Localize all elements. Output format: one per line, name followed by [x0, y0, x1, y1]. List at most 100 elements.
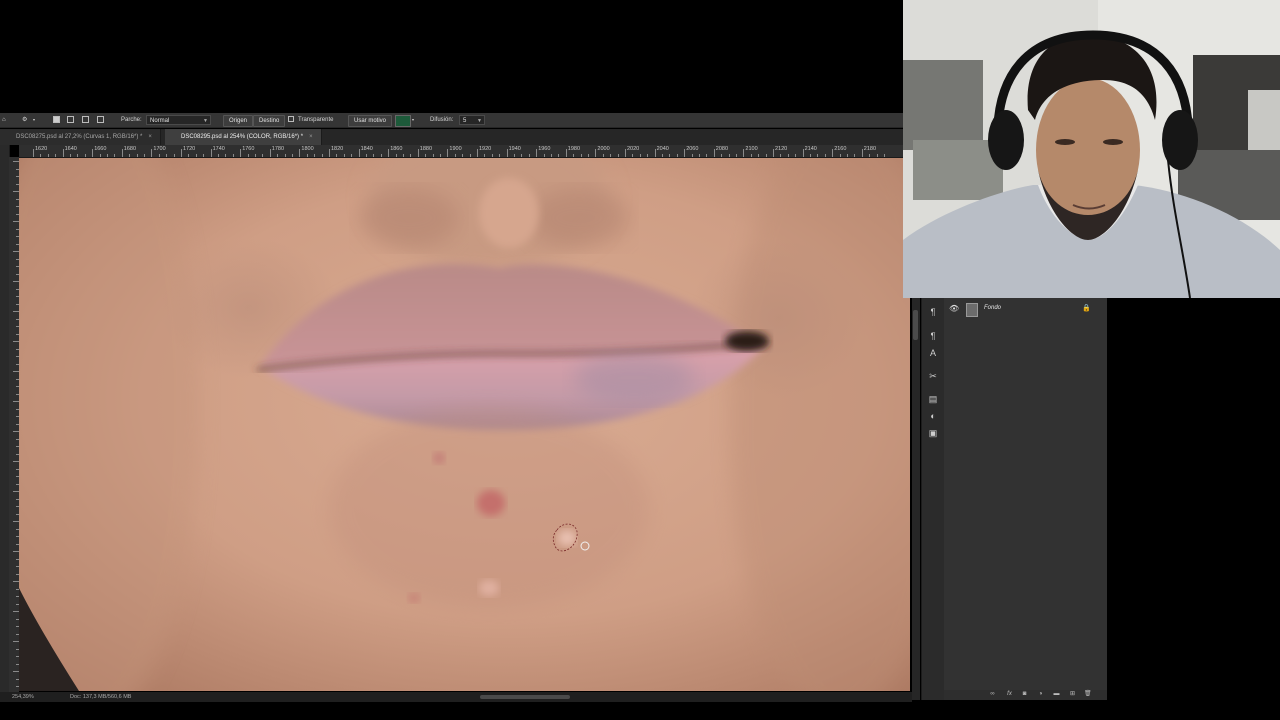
- ruler-minor-tick: [469, 154, 471, 157]
- ruler-horizontal[interactable]: 1620 1640 1660 1680 1700 1720 1740 1760 1780 1800…: [19, 145, 903, 158]
- intersect-selection-icon[interactable]: [97, 113, 104, 127]
- ruler-minor-tick: [336, 154, 338, 157]
- ruler-label: 2020: [627, 146, 640, 152]
- link-icon[interactable]: ∞: [989, 691, 996, 698]
- tab-label: DSC08295.psd al 254% (COLOR, RGB/16*) *: [181, 134, 304, 140]
- new-selection-icon[interactable]: [53, 113, 60, 127]
- ruler-label: 1780: [271, 146, 285, 152]
- source-button[interactable]: Origen: [223, 115, 254, 127]
- ruler-label: 1880: [419, 146, 433, 152]
- use-pattern-button[interactable]: Usar motivo: [348, 115, 393, 127]
- subtract-selection-icon[interactable]: [82, 113, 89, 127]
- ruler-label: 1820: [331, 146, 344, 152]
- layers-footer: ∞ fx ◙ ◑ ▬ ⊞ 🗑: [944, 690, 1107, 700]
- lock-icon[interactable]: 🔒: [1082, 304, 1091, 312]
- close-icon[interactable]: ×: [309, 134, 313, 140]
- ruler-tick: [684, 149, 686, 157]
- ruler-label: 2060: [686, 146, 699, 152]
- ruler-minor-tick: [780, 154, 782, 157]
- ruler-minor-tick: [484, 154, 486, 157]
- ruler-minor-tick: [573, 154, 575, 157]
- ruler-tick: [595, 149, 597, 157]
- collapsed-panels-strip: ¶ ¶ A ✂ ▤ ◐ ▣: [921, 298, 945, 700]
- ruler-minor-tick: [765, 154, 767, 157]
- ruler-minor-tick: [99, 154, 101, 157]
- ruler-minor-tick: [514, 154, 515, 157]
- ruler-label: 2040: [656, 146, 669, 152]
- ruler-minor-tick: [617, 154, 619, 157]
- tools-icon[interactable]: ✂: [927, 370, 939, 382]
- layer-name[interactable]: Fondo: [984, 305, 1001, 311]
- pattern-swatch[interactable]: [395, 115, 411, 127]
- ruler-minor-tick: [602, 154, 604, 157]
- adjustments-icon[interactable]: ◐: [927, 410, 939, 422]
- ruler-tick: [299, 149, 301, 157]
- zoom-level[interactable]: 254,39%: [12, 692, 34, 702]
- ruler-tick: [33, 149, 34, 157]
- ruler-tick: [358, 149, 360, 157]
- close-icon[interactable]: ×: [148, 134, 152, 140]
- patch-mode-select[interactable]: Normal ▼: [146, 115, 211, 125]
- scrollbar-thumb[interactable]: [913, 310, 918, 340]
- ruler-minor-tick: [114, 154, 116, 157]
- ruler-minor-tick: [699, 154, 700, 157]
- ruler-minor-tick: [395, 154, 397, 157]
- ruler-tick: [802, 149, 804, 157]
- ruler-minor-tick: [847, 154, 848, 157]
- ruler-tick: [773, 149, 774, 157]
- ruler-minor-tick: [292, 154, 293, 157]
- libraries-icon[interactable]: ▤: [927, 393, 939, 405]
- ruler-tick: [210, 149, 212, 157]
- patch-tool-icon[interactable]: ⚙: [22, 113, 27, 127]
- fx-icon[interactable]: fx: [1006, 691, 1013, 698]
- tool-preset-chevron-icon[interactable]: ▾: [33, 113, 35, 127]
- ruler-minor-tick: [462, 154, 464, 157]
- ruler-tick: [151, 149, 153, 157]
- pattern-chevron-icon[interactable]: ▾: [412, 113, 414, 127]
- properties-icon[interactable]: ▣: [927, 427, 939, 439]
- ruler-tick: [329, 149, 330, 157]
- horizontal-scrollbar[interactable]: [480, 695, 570, 699]
- vertical-scrollbar[interactable]: [912, 298, 920, 700]
- ruler-minor-tick: [40, 154, 42, 157]
- ruler-minor-tick: [432, 154, 434, 157]
- document-canvas[interactable]: [19, 158, 910, 691]
- ruler-minor-tick: [854, 154, 856, 157]
- ruler-minor-tick: [232, 154, 234, 157]
- ruler-label: 1980: [567, 146, 581, 152]
- ruler-tick: [447, 149, 449, 157]
- ruler-minor-tick: [721, 154, 723, 157]
- add-selection-icon[interactable]: [67, 113, 74, 127]
- mask-icon[interactable]: ◙: [1021, 691, 1028, 698]
- adjustment-layer-icon[interactable]: ◑: [1037, 691, 1044, 698]
- ruler-label: 1840: [360, 146, 373, 152]
- ruler-minor-tick: [810, 154, 811, 157]
- tab-dsc08275[interactable]: DSC08275.psd al 27,2% (Curvas 1, RGB/16*…: [0, 129, 161, 145]
- ruler-minor-tick: [321, 154, 323, 157]
- ruler-minor-tick: [521, 154, 523, 157]
- eye-icon[interactable]: 👁: [949, 304, 959, 313]
- new-layer-icon[interactable]: ⊞: [1069, 691, 1076, 698]
- character-style-icon[interactable]: ¶: [927, 330, 939, 342]
- ruler-tick: [506, 149, 508, 157]
- ruler-label: 2100: [745, 146, 758, 152]
- transparent-checkbox[interactable]: [288, 113, 294, 127]
- destination-button[interactable]: Destino: [253, 115, 286, 127]
- ruler-minor-tick: [373, 154, 375, 157]
- diffusion-input[interactable]: 5 ▼: [459, 115, 485, 125]
- home-icon[interactable]: ⌂: [2, 113, 6, 127]
- trash-icon[interactable]: 🗑: [1084, 691, 1092, 698]
- paragraph-style-icon[interactable]: A: [927, 347, 939, 359]
- ruler-label: 1900: [449, 146, 462, 152]
- ruler-vertical[interactable]: [9, 157, 19, 692]
- group-icon[interactable]: ▬: [1053, 691, 1060, 698]
- ruler-minor-tick: [551, 154, 552, 157]
- ruler-tick: [121, 149, 123, 157]
- document-tabs: DSC08275.psd al 27,2% (Curvas 1, RGB/16*…: [0, 129, 903, 145]
- paragraph-icon[interactable]: ¶: [927, 306, 939, 318]
- ruler-tick: [565, 149, 567, 157]
- ruler-minor-tick: [543, 154, 545, 157]
- layer-row-fondo[interactable]: 👁 Fondo 🔒: [944, 302, 1107, 318]
- tab-dsc08295[interactable]: DSC08295.psd al 254% (COLOR, RGB/16*) * ×: [165, 129, 322, 145]
- ruler-label: 1860: [390, 146, 403, 152]
